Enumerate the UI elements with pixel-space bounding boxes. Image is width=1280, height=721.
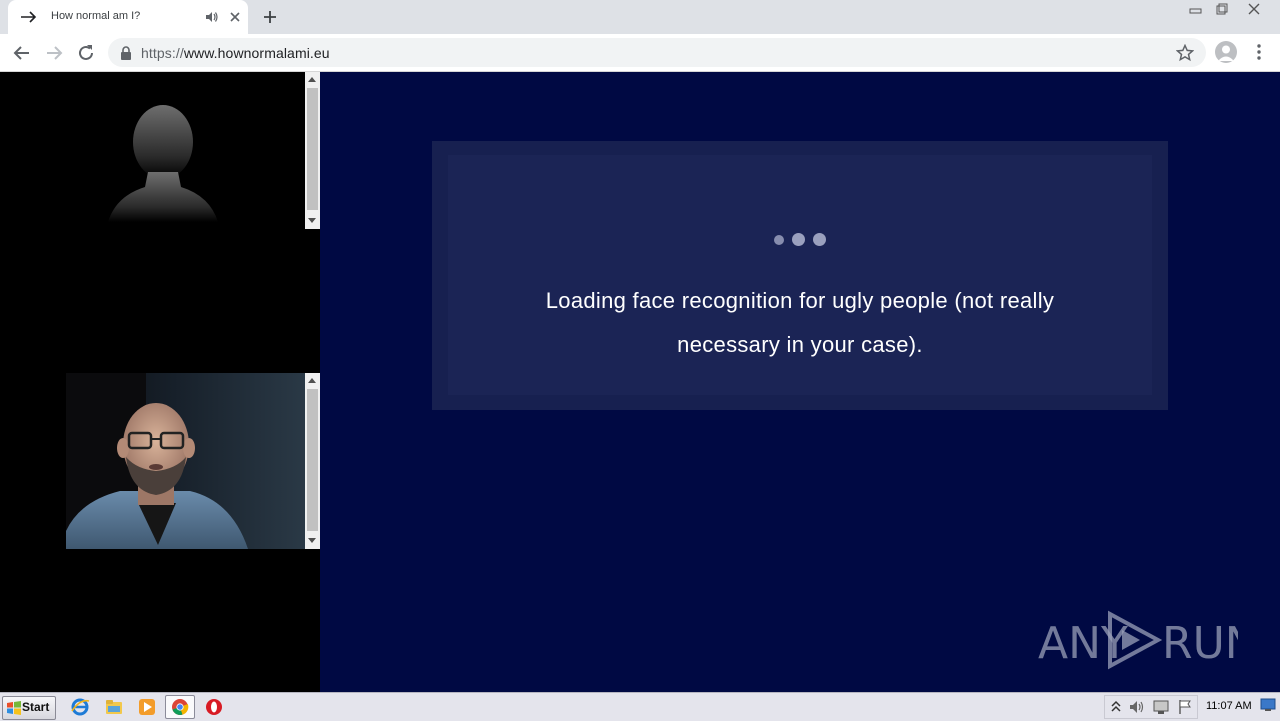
- chrome-icon: [172, 699, 189, 715]
- tab-strip: How normal am I?: [0, 0, 1280, 34]
- close-tab-icon[interactable]: [227, 9, 243, 25]
- system-tray: [1104, 695, 1198, 719]
- url-host: www.hownormalami.eu: [183, 45, 330, 61]
- loading-card-inner: Loading face recognition for ugly people…: [448, 155, 1152, 395]
- show-hidden-icons-icon[interactable]: [1110, 699, 1122, 715]
- windows-flag-icon: [7, 701, 21, 715]
- web-page: Loading face recognition for ugly people…: [0, 72, 1280, 692]
- webcam-video: [66, 373, 305, 549]
- address-bar[interactable]: https://www.hownormalami.eu: [108, 38, 1206, 67]
- audio-playing-icon[interactable]: [205, 10, 219, 24]
- minimize-button[interactable]: [1183, 0, 1209, 18]
- url-text[interactable]: https://www.hownormalami.eu: [141, 45, 330, 61]
- network-icon[interactable]: [1152, 698, 1170, 716]
- webcam-panel: [0, 72, 320, 692]
- scroll-up-arrow-icon[interactable]: [305, 373, 320, 388]
- minimize-icon: [1189, 8, 1202, 14]
- back-arrow-icon[interactable]: [10, 41, 34, 65]
- webcam-box-scrollbar[interactable]: [305, 373, 320, 549]
- windows-taskbar: Start 11:07 AM: [0, 692, 1280, 721]
- explorer-icon[interactable]: [104, 697, 124, 717]
- more-menu-icon[interactable]: [1250, 42, 1268, 62]
- anyrun-watermark-logo: ANY RUN: [1038, 610, 1238, 670]
- loading-card: Loading face recognition for ugly people…: [432, 141, 1168, 410]
- loading-dot: [813, 233, 826, 247]
- loading-message: Loading face recognition for ugly people…: [545, 288, 1055, 357]
- tab-title: How normal am I?: [51, 10, 141, 22]
- lock-icon[interactable]: [120, 46, 132, 60]
- forward-arrow-icon[interactable]: [42, 41, 66, 65]
- restore-button[interactable]: [1209, 0, 1235, 18]
- arrow-right-icon: [21, 11, 37, 23]
- loading-dot: [792, 233, 805, 247]
- scroll-thumb[interactable]: [307, 88, 318, 210]
- bookmark-star-icon[interactable]: [1176, 44, 1194, 62]
- restore-icon: [1216, 3, 1228, 15]
- media-player-icon[interactable]: [137, 697, 157, 717]
- new-tab-plus-icon[interactable]: [260, 7, 280, 27]
- reference-face-box: [0, 72, 320, 229]
- person-icon: [1218, 45, 1234, 61]
- action-center-flag-icon[interactable]: [1176, 698, 1194, 716]
- opera-icon[interactable]: [204, 697, 224, 717]
- avatar-silhouette-icon: [108, 105, 218, 222]
- start-button[interactable]: Start: [2, 696, 56, 720]
- watermark-run: RUN: [1162, 618, 1238, 669]
- profile-avatar-icon[interactable]: [1215, 41, 1237, 63]
- reference-box-scrollbar[interactable]: [305, 72, 320, 229]
- main-stage: Loading face recognition for ugly people…: [320, 72, 1280, 692]
- scroll-down-arrow-icon[interactable]: [305, 533, 320, 548]
- chrome-taskbar-button[interactable]: [165, 695, 195, 719]
- webcam-feed-box: [0, 373, 320, 549]
- scroll-down-arrow-icon[interactable]: [305, 213, 320, 228]
- browser-toolbar: https://www.hownormalami.eu: [0, 34, 1280, 72]
- close-window-button[interactable]: [1241, 0, 1267, 18]
- volume-icon[interactable]: [1128, 698, 1146, 716]
- url-scheme: https://: [141, 45, 184, 61]
- ie-icon[interactable]: [70, 697, 90, 717]
- browser-tab[interactable]: How normal am I?: [8, 0, 248, 34]
- scroll-up-arrow-icon[interactable]: [305, 72, 320, 87]
- loading-dot: [774, 234, 784, 245]
- show-desktop-icon[interactable]: [1260, 698, 1276, 712]
- loading-dots: [448, 231, 1152, 247]
- clock[interactable]: 11:07 AM: [1206, 700, 1252, 712]
- close-window-icon: [1248, 3, 1260, 15]
- reload-icon[interactable]: [74, 41, 98, 65]
- scroll-thumb[interactable]: [307, 389, 318, 531]
- start-label: Start: [22, 700, 50, 714]
